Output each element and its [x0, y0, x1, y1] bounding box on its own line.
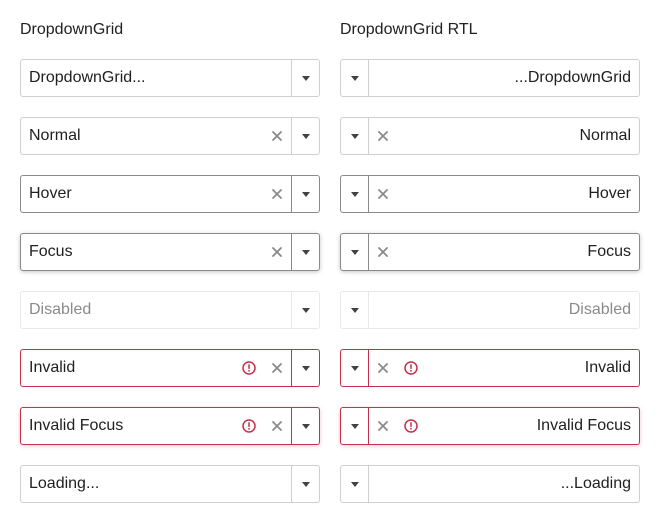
- dropdown-rtl-loading[interactable]: ...Loading: [340, 465, 640, 503]
- chevron-down-icon: [301, 365, 310, 371]
- dropdown-rtl-invalid-focus[interactable]: Invalid Focus: [340, 407, 640, 445]
- chevron-down-icon: [350, 365, 359, 371]
- dropdown-toggle-button[interactable]: [341, 350, 369, 386]
- error-icon: [235, 419, 263, 433]
- dropdown-hover[interactable]: Hover: [20, 175, 320, 213]
- close-icon[interactable]: [263, 188, 291, 200]
- chevron-down-icon: [350, 481, 359, 487]
- dropdown-placeholder[interactable]: DropdownGrid...: [20, 59, 320, 97]
- dropdown-value: Invalid Focus: [536, 417, 631, 434]
- dropdown-toggle-button[interactable]: [341, 60, 369, 96]
- dropdown-toggle-button[interactable]: [341, 408, 369, 444]
- error-icon: [397, 361, 425, 375]
- dropdown-rtl-invalid[interactable]: Invalid: [340, 349, 640, 387]
- chevron-down-icon: [301, 75, 310, 81]
- dropdown-focus[interactable]: Focus: [20, 233, 320, 271]
- close-icon[interactable]: [263, 246, 291, 258]
- dropdown-value: Normal: [29, 127, 81, 144]
- dropdown-toggle-button[interactable]: [291, 350, 319, 386]
- dropdown-value: Hover: [588, 185, 631, 202]
- dropdown-rtl-normal[interactable]: Normal: [340, 117, 640, 155]
- dropdown-value: DropdownGrid...: [29, 69, 146, 86]
- dropdown-value: Invalid Focus: [29, 417, 124, 434]
- dropdown-toggle-button[interactable]: [341, 234, 369, 270]
- dropdown-toggle-button[interactable]: [291, 466, 319, 502]
- column-title-rtl: DropdownGrid RTL: [340, 21, 478, 38]
- close-icon[interactable]: [369, 130, 397, 142]
- dropdown-value: Disabled: [568, 301, 631, 318]
- dropdown-disabled: Disabled: [20, 291, 320, 329]
- dropdown-toggle-button[interactable]: [291, 118, 319, 154]
- chevron-down-icon: [301, 133, 310, 139]
- chevron-down-icon: [350, 191, 359, 197]
- close-icon[interactable]: [369, 188, 397, 200]
- chevron-down-icon: [350, 307, 359, 313]
- dropdown-rtl-focus[interactable]: Focus: [340, 233, 640, 271]
- dropdown-invalid-focus[interactable]: Invalid Focus: [20, 407, 320, 445]
- close-icon[interactable]: [263, 362, 291, 374]
- chevron-down-icon: [301, 191, 310, 197]
- dropdown-toggle-button[interactable]: [291, 176, 319, 212]
- chevron-down-icon: [301, 307, 310, 313]
- dropdown-invalid[interactable]: Invalid: [20, 349, 320, 387]
- close-icon[interactable]: [369, 246, 397, 258]
- dropdown-toggle-button[interactable]: [291, 60, 319, 96]
- dropdown-toggle-button[interactable]: [341, 466, 369, 502]
- dropdown-value: Invalid: [29, 359, 76, 376]
- dropdown-value: Disabled: [29, 301, 92, 318]
- dropdown-toggle-button[interactable]: [291, 234, 319, 270]
- dropdown-toggle-button[interactable]: [291, 408, 319, 444]
- chevron-down-icon: [350, 423, 359, 429]
- dropdown-rtl-placeholder[interactable]: ...DropdownGrid: [340, 59, 640, 97]
- chevron-down-icon: [301, 249, 310, 255]
- close-icon[interactable]: [369, 420, 397, 432]
- chevron-down-icon: [350, 75, 359, 81]
- dropdown-value: Focus: [29, 243, 73, 260]
- column-title-ltr: DropdownGrid: [20, 21, 124, 38]
- error-icon: [397, 419, 425, 433]
- dropdown-value: Invalid: [584, 359, 631, 376]
- dropdown-value: ...Loading: [560, 475, 631, 492]
- dropdown-value: Loading...: [29, 475, 100, 492]
- dropdown-rtl-hover[interactable]: Hover: [340, 175, 640, 213]
- dropdown-toggle-button: [341, 292, 369, 328]
- error-icon: [235, 361, 263, 375]
- dropdown-value: Hover: [29, 185, 72, 202]
- dropdown-value: ...DropdownGrid: [514, 69, 632, 86]
- chevron-down-icon: [350, 249, 359, 255]
- dropdown-value: Focus: [587, 243, 631, 260]
- dropdown-normal[interactable]: Normal: [20, 117, 320, 155]
- dropdown-value: Normal: [579, 127, 631, 144]
- dropdown-toggle-button[interactable]: [341, 118, 369, 154]
- chevron-down-icon: [350, 133, 359, 139]
- close-icon[interactable]: [263, 420, 291, 432]
- dropdown-toggle-button: [291, 292, 319, 328]
- close-icon[interactable]: [263, 130, 291, 142]
- chevron-down-icon: [301, 423, 310, 429]
- dropdown-loading[interactable]: Loading...: [20, 465, 320, 503]
- dropdown-toggle-button[interactable]: [341, 176, 369, 212]
- chevron-down-icon: [301, 481, 310, 487]
- dropdown-rtl-disabled: Disabled: [340, 291, 640, 329]
- close-icon[interactable]: [369, 362, 397, 374]
